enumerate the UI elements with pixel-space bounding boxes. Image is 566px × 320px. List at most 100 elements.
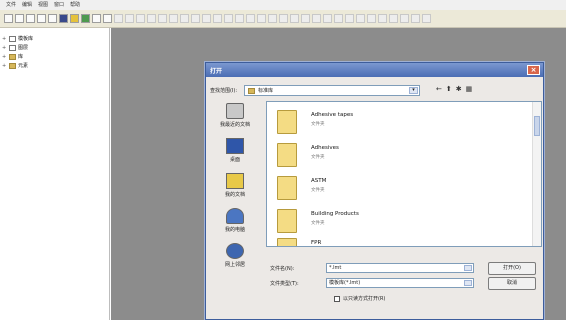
new-folder-icon[interactable]: ✱ [456,85,462,93]
readonly-checkbox[interactable]: 以只读方式打开(R) [334,295,385,302]
file-name: ASTM [311,178,327,184]
file-text: Adhesives 文件夹 [311,143,339,160]
file-item-building-products[interactable]: Building Products 文件夹 [277,209,359,233]
toolbar-disabled-icon [411,14,420,23]
toolbar-disabled-icon [202,14,211,23]
toolbar-disabled-icon [334,14,343,23]
recent-icon [225,103,244,119]
scroll-thumb[interactable] [534,116,540,136]
toolbar-window-icon[interactable] [59,14,68,23]
toolbar-new-icon[interactable] [4,14,13,23]
places-bar: 我最近的文档 桌面 我的文档 我的电脑 网上邻居 [210,101,260,311]
toolbar-print-icon[interactable] [26,14,35,23]
toolbar-disabled-icon [290,14,299,23]
expand-icon[interactable]: + [2,54,7,60]
close-button[interactable]: × [527,65,540,75]
chevron-down-icon[interactable] [464,265,472,271]
page-icon [9,35,16,42]
lookin-value: 标准库 [258,88,274,94]
place-label: 桌面 [229,157,240,163]
tree-item-label: 模板库 [18,36,34,42]
tree-item-elements[interactable]: + 元素 [2,61,107,70]
expand-icon[interactable]: + [2,63,7,69]
toolbar-disabled-icon [125,14,134,23]
place-label: 我最近的文档 [219,122,250,128]
toolbar-disabled-icon [158,14,167,23]
place-computer[interactable]: 我的电脑 [225,208,245,233]
place-label: 网上邻居 [224,262,245,268]
file-name: Adhesive tapes [311,112,354,118]
chevron-down-icon[interactable]: ▾ [409,87,418,94]
folder-icon [277,209,297,233]
file-text: ASTM 文件夹 [311,176,326,193]
toolbar-disabled-icon [136,14,145,23]
file-name: Adhesives [311,145,339,151]
file-item-adhesive-tapes[interactable]: Adhesive tapes 文件夹 [277,110,353,134]
file-type: 文件夹 [311,221,325,226]
place-network[interactable]: 网上邻居 [225,243,245,268]
toolbar-saveall-icon[interactable] [48,14,57,23]
tree-item-templates[interactable]: + 模板库 [2,34,107,43]
file-item-adhesives[interactable]: Adhesives 文件夹 [277,143,339,167]
toolbar-disabled-icon [279,14,288,23]
place-label: 我的文档 [224,192,245,198]
filename-label: 文件名(N): [270,266,295,272]
checkbox-box[interactable] [334,295,340,302]
folder-icon [277,176,297,200]
view-menu-icon[interactable]: ▦ [466,85,473,93]
toolbar-disabled-icon [169,14,178,23]
place-recent[interactable]: 我最近的文档 [220,103,250,128]
folder-icon [9,53,16,60]
filetype-label: 文件类型(T): [270,281,299,287]
lookin-dropdown[interactable]: 标准库 ▾ [244,85,420,96]
filetype-select[interactable]: 模板库(*.lmt) [326,278,474,288]
chevron-down-icon[interactable] [464,280,472,286]
tree-item-library[interactable]: + 库 [2,52,107,61]
tree-item-layers[interactable]: + 图层 [2,43,107,52]
file-item-astm[interactable]: ASTM 文件夹 [277,176,326,200]
toolbar-tool-icon[interactable] [81,14,90,23]
filename-value: *.lmt [329,265,342,271]
toolbar-disabled-icon [180,14,189,23]
file-type: 文件夹 [311,122,325,127]
tree-item-label: 库 [18,54,24,60]
menu-window[interactable]: 窗口 [54,1,64,9]
expand-icon[interactable]: + [2,45,7,51]
back-icon[interactable]: ← [436,85,442,93]
toolbar-disabled-icon [224,14,233,23]
open-button[interactable]: 打开(O) [488,262,536,275]
file-item-fpr[interactable]: FPR [277,238,321,246]
computer-icon [225,208,244,224]
toolbar-save-icon[interactable] [37,14,46,23]
vertical-scrollbar[interactable] [532,102,541,246]
toolbar-disabled-icon [389,14,398,23]
place-desktop[interactable]: 桌面 [226,138,244,163]
toolbar-disabled-icon [323,14,332,23]
dialog-titlebar[interactable]: 打开 [206,63,543,77]
menu-edit[interactable]: 编辑 [22,1,32,9]
toolbar-disabled-icon [422,14,431,23]
menu-file[interactable]: 文件 [6,1,16,9]
up-folder-icon[interactable]: ⬆ [446,85,452,93]
menu-view[interactable]: 视图 [38,1,48,9]
toolbar-disabled-icon [378,14,387,23]
toolbar-highlight-icon[interactable] [70,14,79,23]
place-documents[interactable]: 我的文档 [225,173,245,198]
tree-item-label: 图层 [18,45,29,51]
network-icon [225,243,244,259]
toolbar-flag-icon[interactable] [92,14,101,23]
menu-help[interactable]: 帮助 [70,1,80,9]
file-type: 文件夹 [311,188,325,193]
toolbar-disabled-icon [345,14,354,23]
toolbar-disabled-icon [367,14,376,23]
file-text: Adhesive tapes 文件夹 [311,110,353,127]
filename-input[interactable]: *.lmt [326,263,474,273]
expand-icon[interactable]: + [2,36,7,42]
toolbar-shape-icon[interactable] [103,14,112,23]
toolbar-disabled-icon [147,14,156,23]
toolbar-open-icon[interactable] [15,14,24,23]
folder-icon [248,87,255,94]
toolbar-disabled-icon [213,14,222,23]
filetype-value: 模板库(*.lmt) [329,280,361,286]
cancel-button[interactable]: 取消 [488,277,536,290]
